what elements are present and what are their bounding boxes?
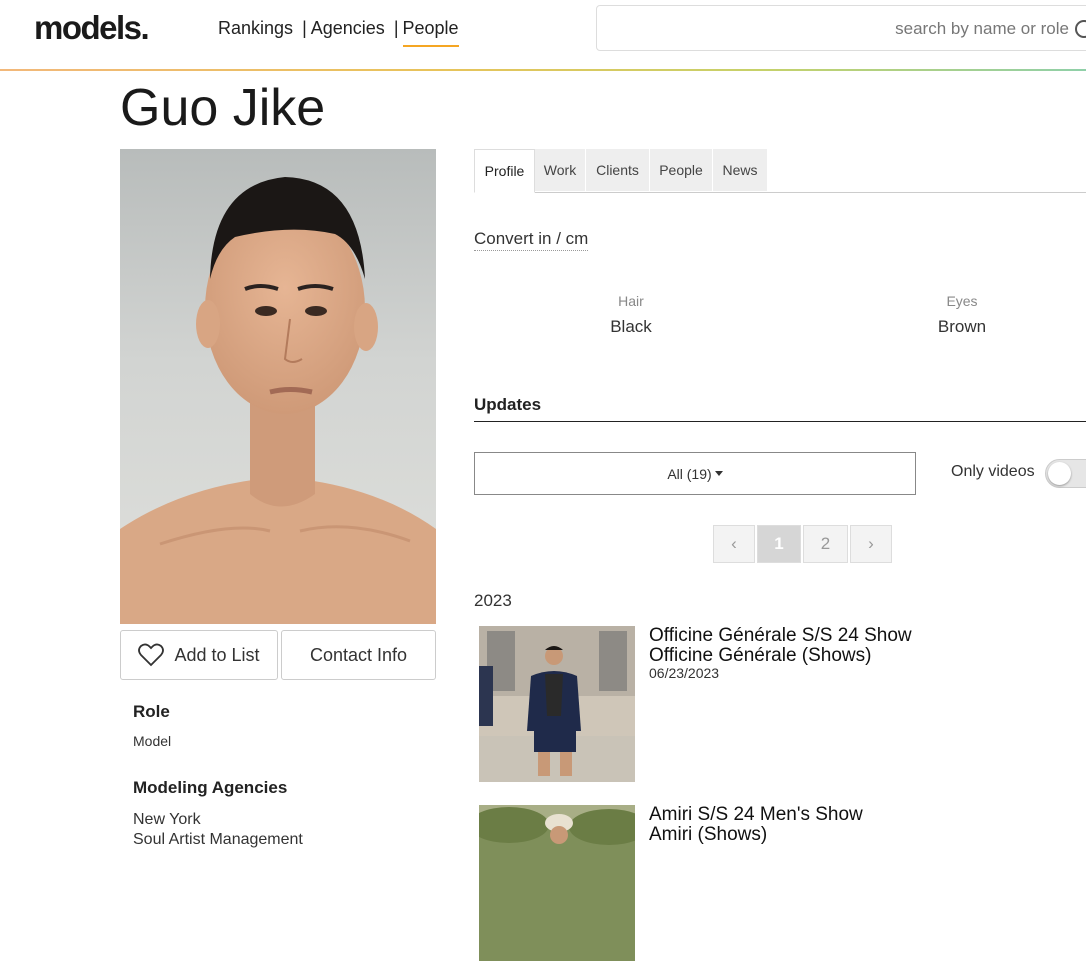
nav-rankings[interactable]: Rankings bbox=[218, 18, 293, 38]
tab-people[interactable]: People bbox=[650, 149, 713, 191]
top-nav: Rankings | Agencies | People bbox=[218, 18, 459, 39]
page-title: Guo Jike bbox=[120, 79, 326, 137]
role-heading: Role bbox=[133, 702, 170, 721]
contact-info-label: Contact Info bbox=[309, 644, 408, 665]
nav-separator: | bbox=[393, 18, 399, 38]
nav-agencies[interactable]: Agencies bbox=[311, 18, 385, 38]
update-brand: Amiri (Shows) bbox=[649, 824, 768, 845]
pagination-next-button[interactable]: › bbox=[850, 525, 892, 563]
pagination-page-1[interactable]: 1 bbox=[757, 525, 801, 563]
runway-photo-1 bbox=[479, 626, 635, 782]
only-videos-toggle[interactable] bbox=[1045, 459, 1086, 488]
add-to-list-button[interactable]: Add to List bbox=[120, 630, 278, 680]
updates-year: 2023 bbox=[474, 591, 512, 610]
pagination-page-2[interactable]: 2 bbox=[803, 525, 848, 563]
tab-news[interactable]: News bbox=[713, 149, 768, 191]
updates-divider bbox=[474, 421, 1086, 422]
update-brand: Officine Générale (Shows) bbox=[649, 645, 872, 666]
tab-work[interactable]: Work bbox=[535, 149, 586, 191]
heart-icon bbox=[138, 643, 165, 667]
update-date: 06/23/2023 bbox=[649, 665, 720, 681]
toggle-knob bbox=[1048, 462, 1071, 485]
hair-label: Hair bbox=[618, 293, 644, 309]
profile-tabs: Profile Work Clients People News bbox=[474, 149, 1086, 193]
pagination-prev-button[interactable]: ‹ bbox=[713, 525, 755, 563]
contact-info-button[interactable]: Contact Info bbox=[281, 630, 436, 680]
model-portrait-photo[interactable] bbox=[120, 149, 436, 624]
update-thumbnail[interactable] bbox=[479, 805, 635, 961]
updates-filter-dropdown[interactable]: All (19) bbox=[474, 452, 916, 495]
search-input[interactable] bbox=[607, 14, 1071, 44]
convert-units-link[interactable]: Convert in / cm bbox=[474, 229, 589, 251]
search-icon[interactable] bbox=[1075, 20, 1086, 38]
agency-link[interactable]: Soul Artist Management bbox=[133, 831, 303, 849]
runway-photo-2 bbox=[479, 805, 635, 961]
agency-city: New York bbox=[133, 811, 201, 828]
filter-label: All (19) bbox=[667, 465, 712, 482]
agencies-heading: Modeling Agencies bbox=[133, 778, 288, 797]
update-title[interactable]: Officine Générale S/S 24 Show bbox=[649, 626, 912, 646]
hair-value: Black bbox=[610, 317, 652, 336]
updates-heading: Updates bbox=[474, 395, 542, 414]
update-title[interactable]: Amiri S/S 24 Men's Show bbox=[649, 805, 863, 825]
eyes-value: Brown bbox=[937, 317, 987, 336]
tab-clients[interactable]: Clients bbox=[586, 149, 650, 191]
site-logo[interactable]: models. bbox=[34, 9, 150, 47]
role-value: Model bbox=[133, 733, 172, 749]
update-thumbnail[interactable] bbox=[479, 626, 635, 782]
eyes-label: Eyes bbox=[946, 293, 978, 309]
tab-profile[interactable]: Profile bbox=[474, 149, 535, 193]
site-header: models. Rankings | Agencies | People bbox=[0, 0, 1086, 70]
caret-down-icon bbox=[714, 471, 723, 476]
add-to-list-label: Add to List bbox=[174, 644, 260, 665]
nav-people[interactable]: People bbox=[403, 18, 459, 38]
portrait-illustration bbox=[120, 177, 436, 624]
only-videos-label: Only videos bbox=[951, 463, 1035, 480]
header-gradient-divider bbox=[0, 69, 1086, 71]
nav-separator: | bbox=[302, 18, 307, 38]
search-box bbox=[596, 5, 1086, 51]
